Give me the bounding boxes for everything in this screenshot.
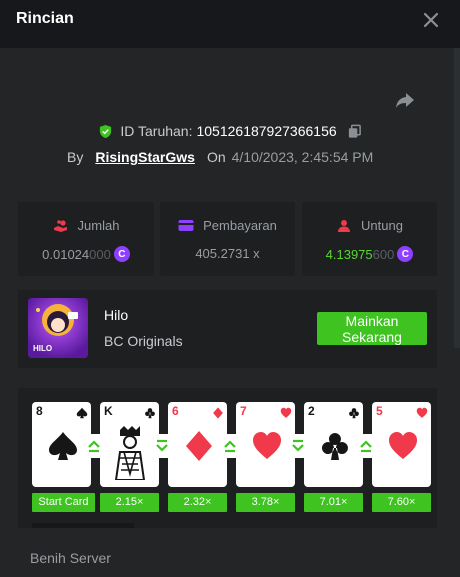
game-thumbnail[interactable]: HILO: [28, 298, 88, 358]
share-icon[interactable]: [393, 88, 417, 112]
club-suit-icon: [145, 408, 155, 419]
tab-indicator: [32, 523, 134, 528]
multiplier-badge: 3.78×: [236, 493, 295, 512]
stat-payout-value: 405.2731 x: [195, 246, 260, 261]
modal-title: Rincian: [16, 10, 74, 27]
spade-suit-icon: [76, 407, 88, 419]
multiplier-badge: 2.32×: [168, 493, 227, 512]
close-icon[interactable]: [420, 9, 442, 31]
by-label: By: [67, 149, 84, 165]
card-rank: 6: [172, 404, 179, 418]
stat-amount-label: Jumlah: [77, 218, 120, 233]
stat-amount: Jumlah 0.01024 000 C: [18, 202, 154, 276]
stat-amount-value-dim: 000: [89, 246, 111, 262]
wallet-icon: [178, 220, 194, 231]
bc-coin-icon: C: [113, 246, 130, 262]
card-rank: 8: [36, 404, 43, 418]
multiplier-badge: 2.15×: [100, 493, 159, 512]
king-face-icon: [114, 426, 146, 480]
stat-profit-value-dim: 600: [372, 246, 395, 262]
multiplier-badge: 7.60×: [372, 493, 431, 512]
game-name: Hilo: [104, 307, 129, 323]
card-rank: 7: [240, 404, 247, 418]
game-thumb-label: HILO: [33, 344, 53, 353]
modal-header: Rincian: [0, 0, 460, 48]
profit-user-icon: [338, 219, 351, 232]
shield-check-icon: [100, 124, 112, 138]
bc-coin-icon: C: [397, 246, 414, 262]
stat-profit-value: 4.13975: [325, 246, 373, 262]
stat-payout: Pembayaran 405.2731 x: [160, 202, 295, 276]
game-provider: BC Originals: [104, 333, 183, 349]
stat-profit-label: Untung: [361, 218, 403, 233]
heart-suit-icon: [280, 407, 292, 418]
card-rank: 2: [308, 404, 315, 418]
bet-id-label: ID Taruhan:: [120, 123, 193, 139]
bet-id-row: ID Taruhan: 105126187927366156: [0, 120, 460, 142]
copy-icon[interactable]: [347, 124, 362, 139]
game-row: HILO Hilo BC Originals Mainkan Sekarang: [18, 290, 437, 368]
diamond-suit-large-icon: [186, 431, 212, 461]
stat-amount-value: 0.01024: [42, 246, 90, 262]
diamond-suit-icon: [213, 407, 223, 419]
club-suit-large-icon: [321, 433, 348, 460]
stat-payout-label: Pembayaran: [203, 218, 277, 233]
card-rank: K: [104, 404, 113, 418]
multiplier-badge: 7.01×: [304, 493, 363, 512]
coins-hand-icon: [53, 219, 67, 232]
play-now-label-2: Sekarang: [342, 329, 402, 345]
heart-suit-icon: [416, 407, 428, 418]
bet-meta-row: By RisingStarGws On 4/10/2023, 2:45:54 P…: [67, 148, 373, 166]
start-card-label: Start Card: [32, 493, 95, 512]
stat-profit: Untung 4.13975 600 C: [302, 202, 437, 276]
bet-id-value: 105126187927366156: [196, 123, 337, 139]
playing-card: 5: [372, 402, 431, 487]
cards-history-panel: 8 Start Card K 2.15× 6 2.32× 7 3.78× 2 7.01× 5 7.60…: [18, 388, 437, 528]
play-now-button[interactable]: Mainkan Sekarang: [317, 312, 427, 345]
heart-suit-large-icon: [253, 432, 281, 459]
bet-datetime: 4/10/2023, 2:45:54 PM: [231, 149, 374, 165]
server-seed-label: Benih Server: [30, 550, 111, 566]
play-now-label-1: Mainkan: [345, 313, 399, 329]
card-rank: 5: [376, 404, 383, 418]
username-link[interactable]: RisingStarGws: [95, 149, 195, 165]
club-suit-icon: [349, 408, 359, 419]
on-label: On: [206, 149, 226, 165]
heart-suit-large-icon: [389, 432, 417, 459]
spade-suit-large-icon: [49, 432, 77, 460]
scrollbar-track[interactable]: [454, 48, 460, 348]
